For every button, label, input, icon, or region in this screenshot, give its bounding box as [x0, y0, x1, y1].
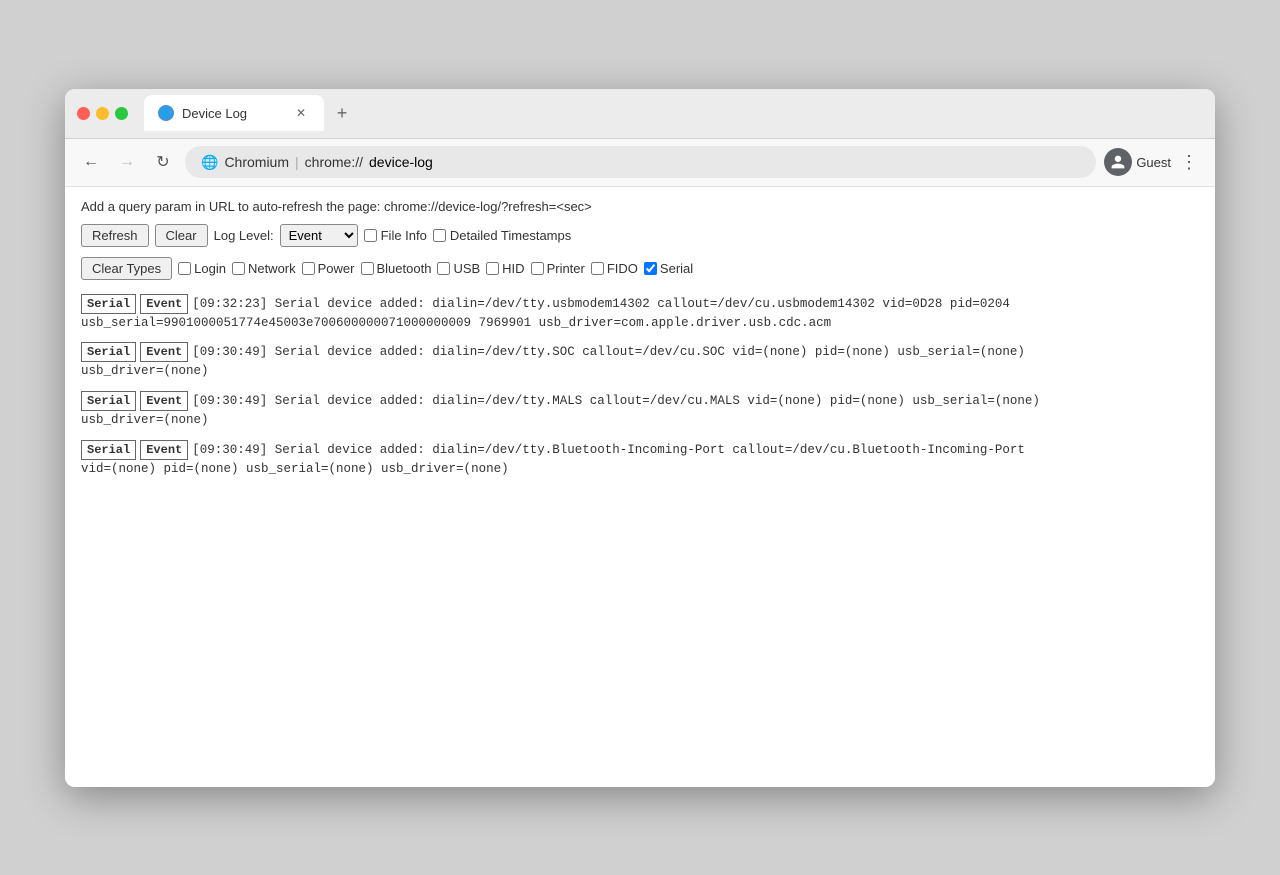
level-badge: Event [140, 342, 188, 362]
browser-window: 🌐 Device Log ✕ + ← → ↻ 🌐 Chromium | chro… [65, 89, 1215, 787]
type-badge: Serial [81, 440, 136, 460]
info-bar: Add a query param in URL to auto-refresh… [81, 199, 1199, 214]
type-fido-label[interactable]: FIDO [591, 261, 638, 276]
type-badge: Serial [81, 342, 136, 362]
minimize-window-button[interactable] [96, 107, 109, 120]
type-fido-text: FIDO [607, 261, 638, 276]
type-bluetooth-text: Bluetooth [377, 261, 432, 276]
type-fido-checkbox[interactable] [591, 262, 604, 275]
log-level-select[interactable]: Event Debug Info Warning Error [280, 224, 358, 247]
type-serial-checkbox[interactable] [644, 262, 657, 275]
page-content: Add a query param in URL to auto-refresh… [65, 187, 1215, 787]
clear-button[interactable]: Clear [155, 224, 208, 247]
clear-types-button[interactable]: Clear Types [81, 257, 172, 280]
type-login-text: Login [194, 261, 226, 276]
log-entry: Serial Event [09:30:49] Serial device ad… [81, 391, 1199, 430]
type-login-label[interactable]: Login [178, 261, 226, 276]
detailed-timestamps-checkbox[interactable] [433, 229, 446, 242]
url-separator: | [295, 154, 299, 170]
url-plain-part: chrome:// [305, 154, 363, 170]
file-info-checkbox-label[interactable]: File Info [364, 228, 427, 243]
types-row: Clear Types Login Network Power Bluetoot… [81, 257, 1199, 280]
browser-menu-button[interactable]: ⋮ [1175, 148, 1203, 176]
maximize-window-button[interactable] [115, 107, 128, 120]
type-usb-label[interactable]: USB [437, 261, 480, 276]
reload-button[interactable]: ↻ [149, 148, 177, 176]
log-level-label: Log Level: [214, 228, 274, 243]
level-badge: Event [140, 294, 188, 314]
log-entry-body: vid=(none) pid=(none) usb_serial=(none) … [81, 460, 1199, 479]
type-printer-checkbox[interactable] [531, 262, 544, 275]
log-entry: Serial Event [09:30:49] Serial device ad… [81, 342, 1199, 381]
address-bar: ← → ↻ 🌐 Chromium | chrome:// device-log G… [65, 139, 1215, 187]
type-badge: Serial [81, 294, 136, 314]
log-entry-header: Serial Event [09:30:49] Serial device ad… [81, 342, 1199, 362]
type-login-checkbox[interactable] [178, 262, 191, 275]
type-printer-text: Printer [547, 261, 585, 276]
type-printer-label[interactable]: Printer [531, 261, 585, 276]
log-entry: Serial Event [09:32:23] Serial device ad… [81, 294, 1199, 333]
forward-button[interactable]: → [113, 148, 141, 176]
url-bar[interactable]: 🌐 Chromium | chrome:// device-log [185, 146, 1096, 178]
level-badge: Event [140, 440, 188, 460]
profile-area: Guest ⋮ [1104, 148, 1203, 176]
profile-icon[interactable] [1104, 148, 1132, 176]
log-entry-message: [09:30:49] Serial device added: dialin=/… [192, 392, 1040, 411]
type-network-text: Network [248, 261, 296, 276]
file-info-checkbox[interactable] [364, 229, 377, 242]
traffic-lights [77, 107, 128, 120]
log-entry-body: usb_driver=(none) [81, 411, 1199, 430]
log-entry-body: usb_serial=9901000051774e45003e700600000… [81, 314, 1199, 333]
type-serial-text: Serial [660, 261, 693, 276]
site-icon: 🌐 [201, 154, 218, 171]
type-badge: Serial [81, 391, 136, 411]
back-button[interactable]: ← [77, 148, 105, 176]
new-tab-button[interactable]: + [328, 99, 356, 127]
close-window-button[interactable] [77, 107, 90, 120]
type-serial-label[interactable]: Serial [644, 261, 693, 276]
type-usb-text: USB [453, 261, 480, 276]
type-bluetooth-checkbox[interactable] [361, 262, 374, 275]
type-network-checkbox[interactable] [232, 262, 245, 275]
level-badge: Event [140, 391, 188, 411]
detailed-timestamps-checkbox-label[interactable]: Detailed Timestamps [433, 228, 571, 243]
type-power-text: Power [318, 261, 355, 276]
log-entry-message: [09:30:49] Serial device added: dialin=/… [192, 441, 1025, 460]
tab-bar: 🌐 Device Log ✕ + [144, 95, 1203, 131]
type-network-label[interactable]: Network [232, 261, 296, 276]
detailed-timestamps-label: Detailed Timestamps [450, 228, 571, 243]
log-entry-header: Serial Event [09:30:49] Serial device ad… [81, 440, 1199, 460]
tab-favicon: 🌐 [158, 105, 174, 121]
tab-close-button[interactable]: ✕ [292, 104, 310, 122]
log-entry-header: Serial Event [09:32:23] Serial device ad… [81, 294, 1199, 314]
log-entry-message: [09:32:23] Serial device added: dialin=/… [192, 295, 1010, 314]
log-entry-header: Serial Event [09:30:49] Serial device ad… [81, 391, 1199, 411]
title-bar: 🌐 Device Log ✕ + [65, 89, 1215, 139]
tab-title: Device Log [182, 106, 284, 121]
type-hid-text: HID [502, 261, 524, 276]
active-tab[interactable]: 🌐 Device Log ✕ [144, 95, 324, 131]
url-bold-part: device-log [369, 154, 433, 170]
toolbar-row1: Refresh Clear Log Level: Event Debug Inf… [81, 224, 1199, 247]
type-usb-checkbox[interactable] [437, 262, 450, 275]
log-entry: Serial Event [09:30:49] Serial device ad… [81, 440, 1199, 479]
profile-label: Guest [1136, 155, 1171, 170]
refresh-button[interactable]: Refresh [81, 224, 149, 247]
log-entries: Serial Event [09:32:23] Serial device ad… [81, 294, 1199, 479]
type-power-checkbox[interactable] [302, 262, 315, 275]
type-hid-checkbox[interactable] [486, 262, 499, 275]
log-entry-body: usb_driver=(none) [81, 362, 1199, 381]
file-info-label: File Info [381, 228, 427, 243]
log-entry-message: [09:30:49] Serial device added: dialin=/… [192, 343, 1025, 362]
type-power-label[interactable]: Power [302, 261, 355, 276]
type-bluetooth-label[interactable]: Bluetooth [361, 261, 432, 276]
browser-name: Chromium [224, 154, 289, 170]
type-hid-label[interactable]: HID [486, 261, 524, 276]
